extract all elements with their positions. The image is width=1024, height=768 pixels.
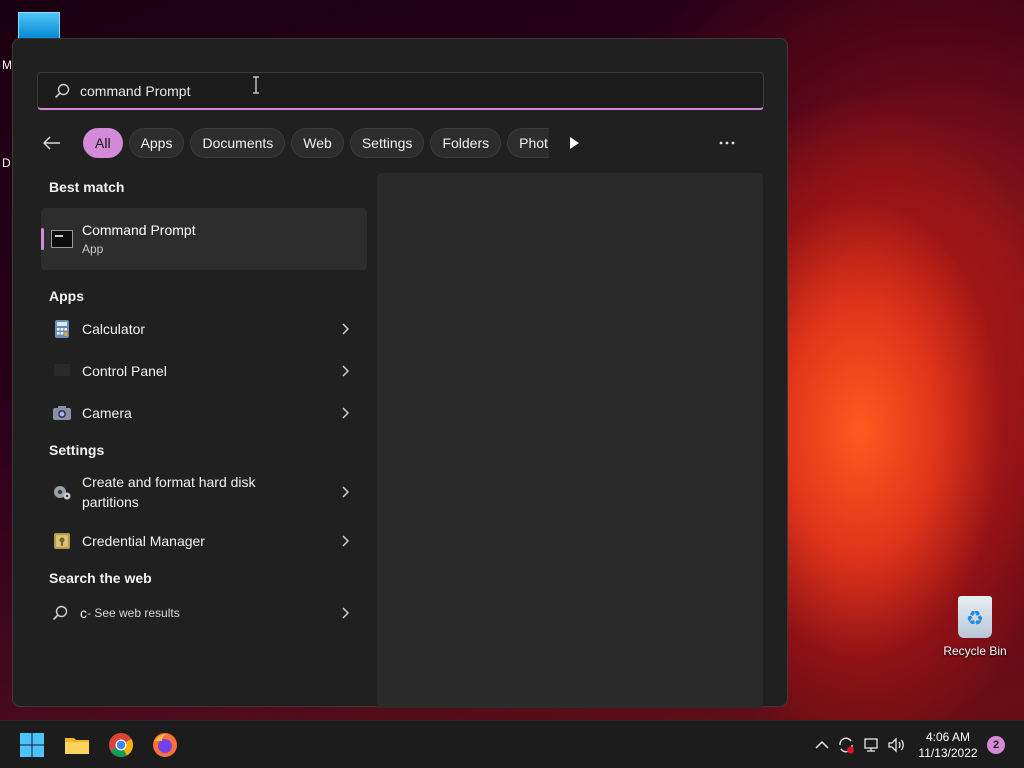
command-prompt-icon — [51, 230, 73, 248]
search-input[interactable]: command Prompt — [37, 72, 764, 110]
recycle-bin-icon — [958, 596, 992, 638]
search-panel: command Prompt All Apps Documents Web Se… — [12, 38, 788, 708]
network-icon[interactable] — [862, 735, 882, 755]
chevron-right-icon — [342, 535, 349, 547]
filter-settings[interactable]: Settings — [349, 128, 425, 158]
back-arrow-icon — [43, 136, 60, 150]
filter-folders[interactable]: Folders — [430, 128, 502, 158]
filter-apps[interactable]: Apps — [128, 128, 185, 158]
best-match-title: Command Prompt — [82, 222, 196, 238]
back-button[interactable] — [37, 128, 67, 158]
recycle-bin[interactable]: Recycle Bin — [940, 596, 1010, 658]
chevron-up-icon[interactable] — [812, 735, 832, 755]
volume-icon[interactable] — [887, 735, 907, 755]
desktop-label-fragment: M — [2, 58, 12, 72]
clock[interactable]: 4:06 AM 11/13/2022 — [912, 729, 984, 761]
list-item-label: Credential Manager — [82, 533, 205, 549]
notification-badge[interactable]: 2 — [987, 736, 1005, 754]
chevron-right-icon — [342, 407, 349, 419]
filter-documents[interactable]: Documents — [190, 128, 286, 158]
search-icon — [54, 83, 70, 98]
taskbar: 4:06 AM 11/13/2022 2 — [0, 720, 1024, 768]
desktop-icon-top[interactable] — [18, 12, 60, 40]
web-search-suffix: - See web results — [87, 606, 180, 620]
selection-indicator — [41, 228, 44, 250]
list-item-camera[interactable]: Camera — [41, 392, 367, 434]
disk-management-gear-icon — [54, 486, 71, 500]
results-list: Best match Command Prompt App Apps Calcu… — [41, 179, 367, 634]
best-match-item[interactable]: Command Prompt App — [41, 208, 367, 270]
windows-start-icon[interactable] — [18, 731, 46, 759]
text-cursor-icon — [253, 76, 259, 94]
list-item-label: Calculator — [82, 321, 146, 337]
section-search-web: Search the web — [49, 570, 152, 586]
more-options-icon[interactable] — [717, 135, 737, 151]
recycle-bin-label: Recycle Bin — [943, 644, 1007, 658]
filter-photos[interactable]: Phot — [507, 128, 550, 158]
preview-pane — [377, 173, 763, 708]
file-explorer-icon[interactable] — [63, 731, 91, 759]
section-apps: Apps — [49, 288, 84, 304]
web-search-term: c — [80, 605, 87, 621]
chevron-right-icon — [342, 607, 349, 619]
chevron-right-icon — [342, 365, 349, 377]
list-item-label: Control Panel — [82, 363, 167, 379]
filter-all[interactable]: All — [83, 128, 123, 158]
list-item-credential-manager[interactable]: Credential Manager — [41, 520, 367, 562]
scroll-filters-right-icon[interactable] — [565, 134, 583, 152]
camera-icon — [53, 406, 71, 420]
credential-manager-icon — [54, 533, 70, 549]
sync-icon[interactable] — [836, 735, 856, 755]
chrome-icon[interactable] — [107, 731, 135, 759]
chevron-right-icon — [342, 323, 349, 335]
chevron-right-icon — [342, 486, 349, 498]
best-match-subtitle: App — [82, 242, 104, 256]
list-item-web-results[interactable]: c - See web results — [41, 592, 367, 634]
calculator-icon — [55, 320, 69, 338]
search-icon — [52, 605, 68, 621]
list-item-label: Camera — [82, 405, 132, 421]
filter-web[interactable]: Web — [291, 128, 344, 158]
filter-bar: All Apps Documents Web Settings Folders … — [37, 127, 737, 159]
clock-date: 11/13/2022 — [918, 746, 978, 760]
list-item-disk-partitions[interactable]: Create and format hard disk partitions — [41, 464, 367, 520]
section-best-match: Best match — [49, 179, 125, 195]
desktop-label-fragment: D — [2, 156, 11, 170]
section-settings: Settings — [49, 442, 105, 458]
search-query: command Prompt — [80, 82, 191, 99]
control-panel-icon — [54, 364, 70, 376]
list-item-calculator[interactable]: Calculator — [41, 308, 367, 350]
list-item-label: Create and format hard disk partitions — [82, 474, 256, 510]
clock-time: 4:06 AM — [925, 730, 971, 744]
firefox-icon[interactable] — [151, 731, 179, 759]
list-item-control-panel[interactable]: Control Panel — [41, 350, 367, 392]
